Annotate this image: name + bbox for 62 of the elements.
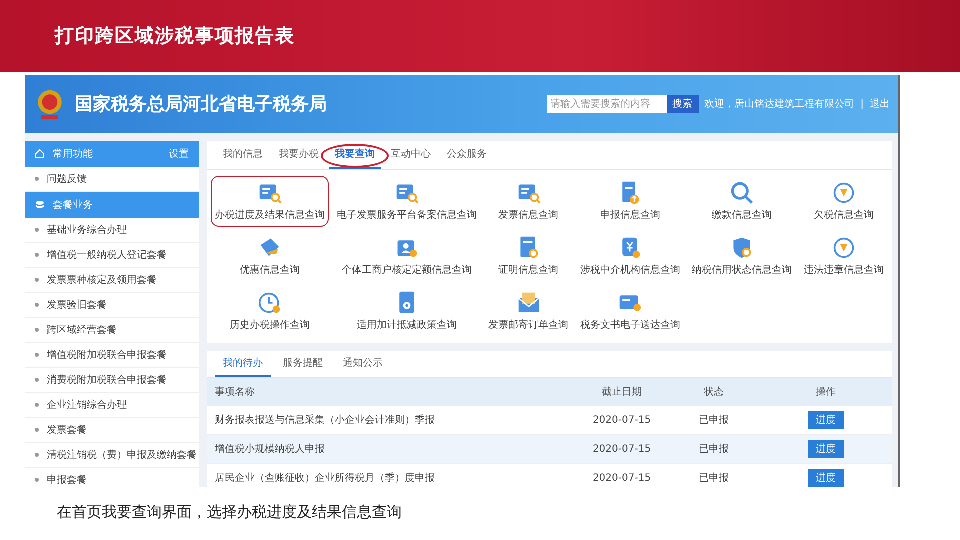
progress-button[interactable]: 进度 xyxy=(808,469,844,487)
circle-glyph-icon xyxy=(832,181,856,205)
query-item[interactable]: 证明信息查询 xyxy=(484,231,573,282)
todo-tab[interactable]: 通知公示 xyxy=(335,351,391,377)
search-field[interactable]: 请输入需要搜索的内容 xyxy=(546,95,667,113)
query-item[interactable]: 欠税信息查询 xyxy=(800,176,888,227)
table-cell: 2020-07-15 xyxy=(576,434,668,464)
table-cell: 增值税小规模纳税人申报 xyxy=(207,434,576,464)
query-item[interactable]: 缴款信息查询 xyxy=(688,176,796,227)
site-title: 国家税务总局河北省电子税务局 xyxy=(75,93,327,116)
progress-button[interactable]: 进度 xyxy=(808,440,844,458)
query-item[interactable]: 历史办税操作查询 xyxy=(211,286,329,337)
clock-icon xyxy=(258,291,282,315)
column-header: 截止日期 xyxy=(576,378,668,406)
table-cell: 2020-07-15 xyxy=(576,464,668,487)
table-cell: 已申报 xyxy=(668,464,760,487)
sidebar-item[interactable]: 增值税附加税联合申报套餐 xyxy=(25,343,199,368)
sidebar-item[interactable]: 消费税附加税联合申报套餐 xyxy=(25,368,199,393)
column-header: 事项名称 xyxy=(207,378,576,406)
sidebar-item[interactable]: 增值税一般纳税人登记套餐 xyxy=(25,243,199,268)
query-item[interactable]: 优惠信息查询 xyxy=(211,231,329,282)
table-cell: 已申报 xyxy=(668,434,760,464)
stack-icon xyxy=(35,200,45,210)
query-item[interactable]: 个体工商户核定定额信息查询 xyxy=(332,231,481,282)
nav-tab[interactable]: 公众服务 xyxy=(441,141,493,169)
sidebar-item[interactable]: 基础业务综合办理 xyxy=(25,218,199,243)
section-title: 套餐业务 xyxy=(53,198,93,212)
column-header: 状态 xyxy=(668,378,760,406)
query-item[interactable]: 发票信息查询 xyxy=(484,176,573,227)
sidebar-item[interactable]: 申报套餐 xyxy=(25,468,199,487)
progress-button[interactable]: 进度 xyxy=(808,411,844,429)
table-cell: 居民企业（查账征收）企业所得税月（季）度申报 xyxy=(207,464,576,487)
query-item[interactable]: 适用加计抵减政策查询 xyxy=(332,286,481,337)
section-title: 常用功能 xyxy=(53,148,93,161)
nav-tab[interactable]: 我要办税 xyxy=(273,141,325,169)
slide-title: 打印跨区域涉税事项报告表 xyxy=(55,24,295,49)
query-item[interactable]: 涉税中介机构信息查询 xyxy=(576,231,684,282)
query-item[interactable]: 办税进度及结果信息查询 xyxy=(211,176,329,227)
nav-tab[interactable]: 我要查询 xyxy=(329,141,381,169)
search-button[interactable]: 搜索 xyxy=(666,95,699,113)
query-item[interactable]: 纳税信用状态信息查询 xyxy=(688,231,796,282)
query-item[interactable]: 发票邮寄订单查询 xyxy=(484,286,573,337)
query-item[interactable]: 电子发票服务平台备案信息查询 xyxy=(332,176,481,227)
sidebar-item[interactable]: 发票套餐 xyxy=(25,418,199,443)
query-item[interactable]: 申报信息查询 xyxy=(576,176,684,227)
query-item[interactable]: 违法违章信息查询 xyxy=(800,231,888,282)
query-item[interactable]: 税务文书电子送达查询 xyxy=(576,286,684,337)
sidebar-item[interactable]: 发票票种核定及领用套餐 xyxy=(25,268,199,293)
caption-text: 在首页我要查询界面，选择办税进度及结果信息查询 xyxy=(57,503,403,522)
nav-tab[interactable]: 我的信息 xyxy=(217,141,269,169)
envelope-icon xyxy=(516,291,541,315)
magnifier-icon xyxy=(730,181,754,205)
separator-text: | xyxy=(860,98,864,110)
column-header: 操作 xyxy=(760,378,892,406)
sidebar-item[interactable]: 跨区域经营套餐 xyxy=(25,318,199,343)
todo-tab[interactable]: 服务提醒 xyxy=(275,351,331,377)
sidebar-item[interactable]: 发票验旧套餐 xyxy=(25,293,199,318)
home-icon xyxy=(35,149,45,159)
nav-tab[interactable]: 互动中心 xyxy=(385,141,437,169)
sidebar-item[interactable]: 清税注销税（费）申报及缴纳套餐 xyxy=(25,443,199,468)
welcome-text: 欢迎，唐山铭达建筑工程有限公司 xyxy=(704,98,855,111)
sidebar-item[interactable]: 企业注销综合办理 xyxy=(25,393,199,418)
